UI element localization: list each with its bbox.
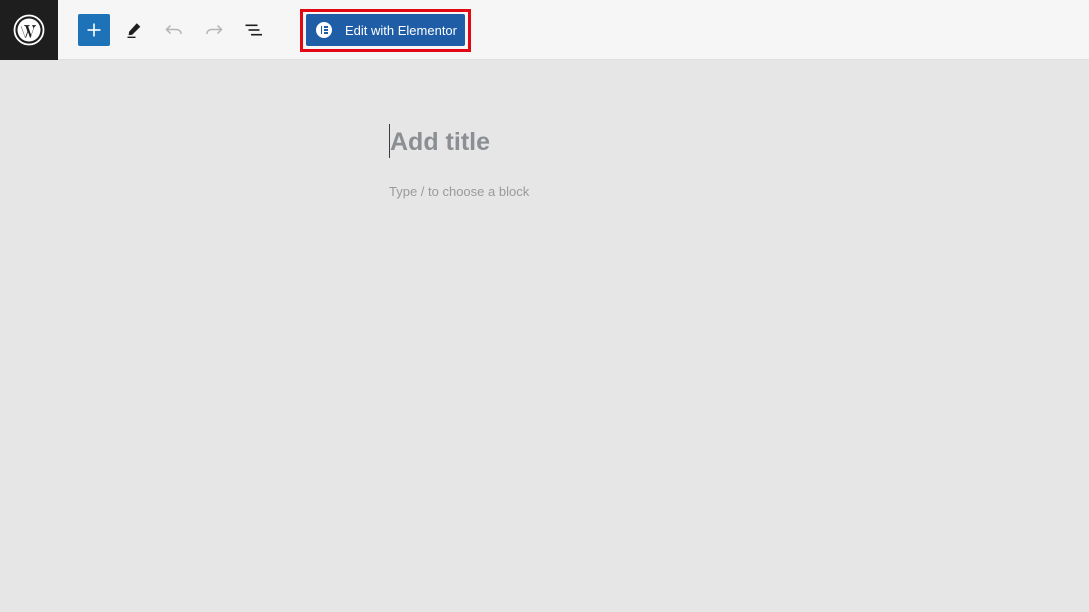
redo-button[interactable] (198, 14, 230, 46)
undo-button[interactable] (158, 14, 190, 46)
list-view-button[interactable] (238, 14, 270, 46)
list-view-icon (245, 24, 262, 36)
wordpress-logo-button[interactable] (0, 0, 58, 60)
edit-with-elementor-button[interactable]: Edit with Elementor (306, 14, 465, 46)
plus-icon (87, 23, 101, 37)
edit-with-elementor-label: Edit with Elementor (345, 22, 457, 38)
post-title-input[interactable]: Add title (390, 126, 490, 158)
redo-icon (206, 24, 223, 35)
block-appender-placeholder[interactable]: Type / to choose a block (389, 183, 529, 200)
editor-canvas (0, 60, 1089, 612)
undo-icon (165, 24, 182, 35)
block-inserter-button[interactable] (78, 14, 110, 46)
elementor-icon (316, 22, 332, 38)
pencil-icon (127, 23, 141, 38)
editor-toolbar: Edit with Elementor (0, 0, 1089, 60)
block-editor: Edit with Elementor Add title Type / to … (0, 0, 1089, 612)
wordpress-icon (13, 14, 45, 46)
tools-button[interactable] (118, 14, 150, 46)
